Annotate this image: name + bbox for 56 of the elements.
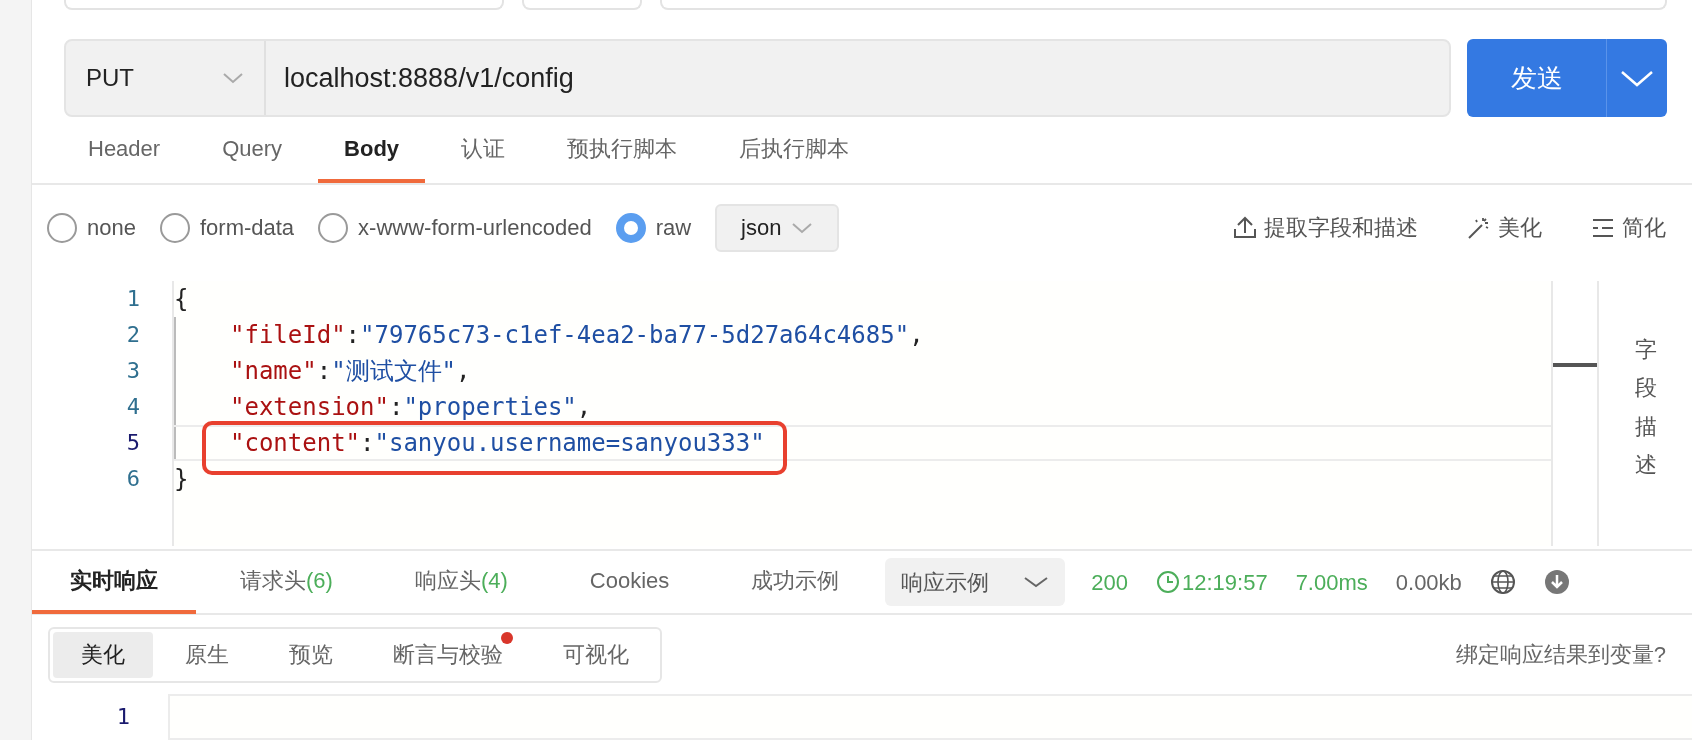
scroll-marker: [1553, 362, 1597, 367]
format-dropdown[interactable]: json: [715, 203, 840, 252]
download-icon[interactable]: [1543, 569, 1570, 596]
line-number: 5: [125, 428, 141, 457]
chevron-down-icon: [791, 221, 814, 234]
view-tab[interactable]: 断言与校验: [365, 631, 531, 678]
tab[interactable]: 实时响应: [32, 550, 196, 615]
code-text: "content":"sanyou.username=sanyou333": [230, 427, 765, 459]
line-number: 4: [125, 392, 141, 421]
chevron-down-icon: [1619, 68, 1655, 88]
radio-option[interactable]: form-data: [159, 211, 295, 245]
radio-option[interactable]: x-www-form-urlencoded: [318, 211, 592, 245]
code-text: "fileId":"79765c73-c1ef-4ea2-ba77-5d27a64c4685",: [230, 319, 924, 351]
toolbar-action[interactable]: 提取字段和描述: [1226, 210, 1424, 246]
line-number: 3: [125, 356, 141, 385]
code-text: }: [174, 463, 189, 495]
view-tab[interactable]: 可视化: [535, 631, 657, 678]
code-editor[interactable]: { "fileId":"79765c73-c1ef-4ea2-ba77-5d27a64c4685", "name":"测试文件", "extension":"properties", "content":"sanyou.username=sanyou333" }: [172, 280, 1551, 547]
method-dropdown[interactable]: PUT: [66, 41, 266, 115]
tab[interactable]: 预执行脚本: [541, 117, 704, 183]
view-tab[interactable]: 原生: [157, 631, 257, 678]
toolbar-action[interactable]: 美化: [1460, 210, 1548, 246]
status-code: 200: [1091, 568, 1128, 597]
code-text: "extension":"properties",: [230, 391, 592, 423]
tab[interactable]: 请求头(6): [202, 550, 371, 615]
response-size: 0.00kb: [1395, 568, 1462, 597]
chevron-down-icon: [222, 72, 244, 84]
globe-icon[interactable]: [1489, 569, 1516, 596]
line-number: 6: [125, 464, 141, 493]
tab[interactable]: Query: [196, 117, 309, 183]
line-number: 1: [125, 284, 141, 313]
code-text: {: [174, 283, 189, 315]
clock-icon: [1156, 570, 1180, 595]
view-tab[interactable]: 预览: [261, 631, 361, 678]
chevron-down-icon: [1023, 576, 1050, 589]
tab[interactable]: 后执行脚本: [713, 117, 876, 183]
bind-variable-link[interactable]: 绑定响应结果到变量?: [1449, 637, 1672, 673]
tab[interactable]: 成功示例: [713, 550, 878, 615]
toolbar-action[interactable]: 简化: [1584, 210, 1672, 246]
radio-option[interactable]: raw: [615, 211, 692, 245]
duration: 7.00ms: [1295, 568, 1368, 597]
radio-option[interactable]: none: [47, 211, 136, 245]
tab[interactable]: 响应头(4): [376, 550, 546, 615]
tab[interactable]: Body: [318, 117, 426, 183]
example-dropdown[interactable]: 响应示例: [885, 558, 1066, 607]
url-field[interactable]: localhost:8888/v1/config: [266, 57, 574, 99]
view-tab[interactable]: 美化: [53, 631, 153, 678]
line-number: 1: [115, 703, 131, 731]
upload-icon: [1232, 214, 1258, 241]
side-panel-tab[interactable]: 字段描述: [1634, 330, 1657, 547]
tab[interactable]: Header: [62, 117, 187, 183]
tab[interactable]: Cookies: [551, 550, 708, 615]
line-number: 2: [125, 320, 141, 349]
code-text: "name":"测试文件",: [230, 355, 471, 387]
response-time: 12:19:57: [1182, 568, 1268, 597]
tab[interactable]: 认证: [435, 117, 532, 183]
